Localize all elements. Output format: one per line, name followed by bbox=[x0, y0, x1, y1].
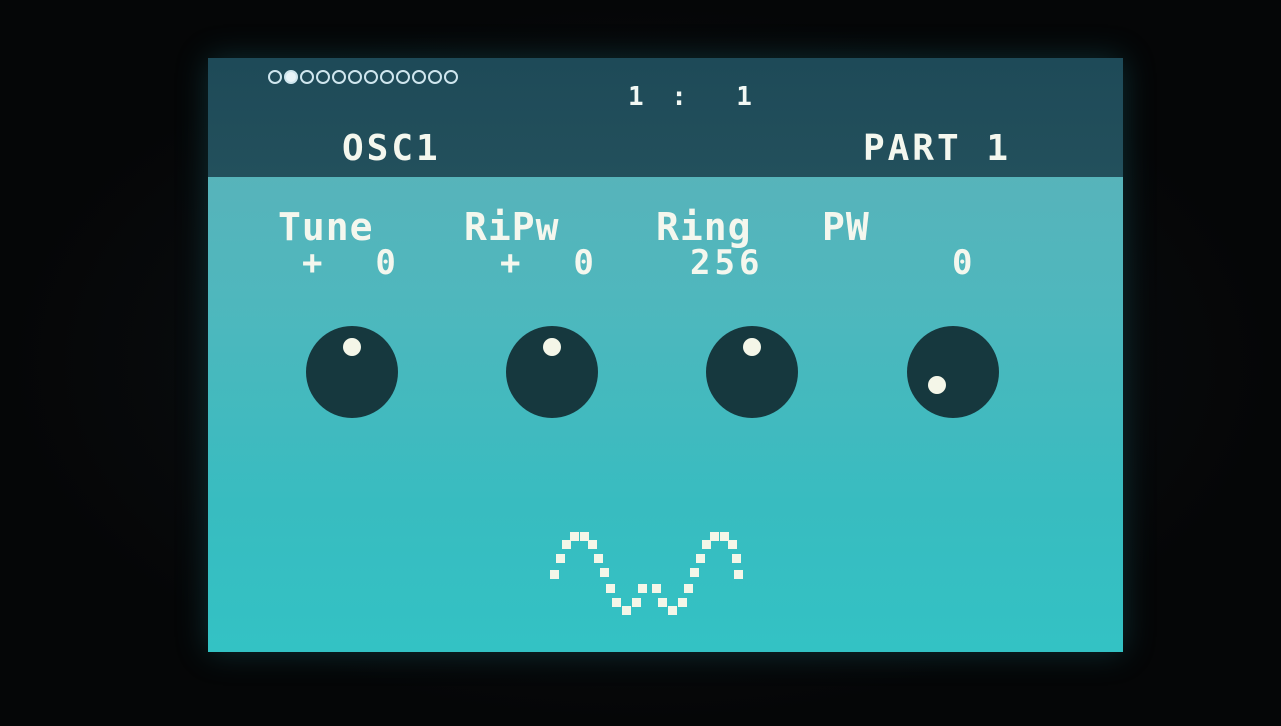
page-dot[interactable] bbox=[348, 70, 362, 84]
param-pw: PW 0 bbox=[822, 205, 977, 283]
ripw-knob[interactable] bbox=[506, 326, 598, 418]
page-dot[interactable] bbox=[380, 70, 394, 84]
sine-wave-icon bbox=[550, 532, 743, 615]
param-value: 0 bbox=[952, 243, 977, 283]
module-title: OSC1 bbox=[342, 128, 441, 169]
param-label: Ring bbox=[656, 205, 752, 249]
knob-indicator bbox=[543, 338, 561, 356]
param-value: 256 bbox=[690, 243, 764, 283]
knob-indicator bbox=[928, 376, 946, 394]
page-dot[interactable] bbox=[268, 70, 282, 84]
part-title: PART 1 bbox=[862, 128, 1011, 169]
knob-indicator bbox=[343, 338, 361, 356]
param-ring: Ring 256 bbox=[656, 208, 796, 280]
param-ripw: RiPw + 0 bbox=[464, 208, 604, 280]
param-label: RiPw bbox=[464, 205, 560, 249]
ring-knob[interactable] bbox=[706, 326, 798, 418]
page-dot[interactable] bbox=[412, 70, 426, 84]
lcd-screen: 1 : 1 OSC1 PART 1 Tune + 0 RiPw + 0 Ring… bbox=[208, 58, 1123, 652]
param-value: + 0 bbox=[302, 243, 400, 283]
param-value: + 0 bbox=[500, 243, 598, 283]
knob-indicator bbox=[743, 338, 761, 356]
param-label: PW bbox=[822, 205, 870, 249]
param-tune: Tune + 0 bbox=[278, 208, 418, 280]
header-bar: 1 : 1 OSC1 PART 1 bbox=[208, 58, 1123, 177]
pw-knob[interactable] bbox=[907, 326, 999, 418]
page-dot[interactable] bbox=[364, 70, 378, 84]
page-indicator[interactable] bbox=[268, 70, 458, 84]
page-dot[interactable] bbox=[444, 70, 458, 84]
page-dot[interactable] bbox=[300, 70, 314, 84]
step-counter: 1 : 1 bbox=[628, 82, 758, 112]
page-dot[interactable] bbox=[332, 70, 346, 84]
page-dot[interactable] bbox=[428, 70, 442, 84]
tune-knob[interactable] bbox=[306, 326, 398, 418]
page-dot[interactable] bbox=[316, 70, 330, 84]
param-label: Tune bbox=[278, 205, 374, 249]
page-dot[interactable] bbox=[396, 70, 410, 84]
page-dot-active[interactable] bbox=[284, 70, 298, 84]
